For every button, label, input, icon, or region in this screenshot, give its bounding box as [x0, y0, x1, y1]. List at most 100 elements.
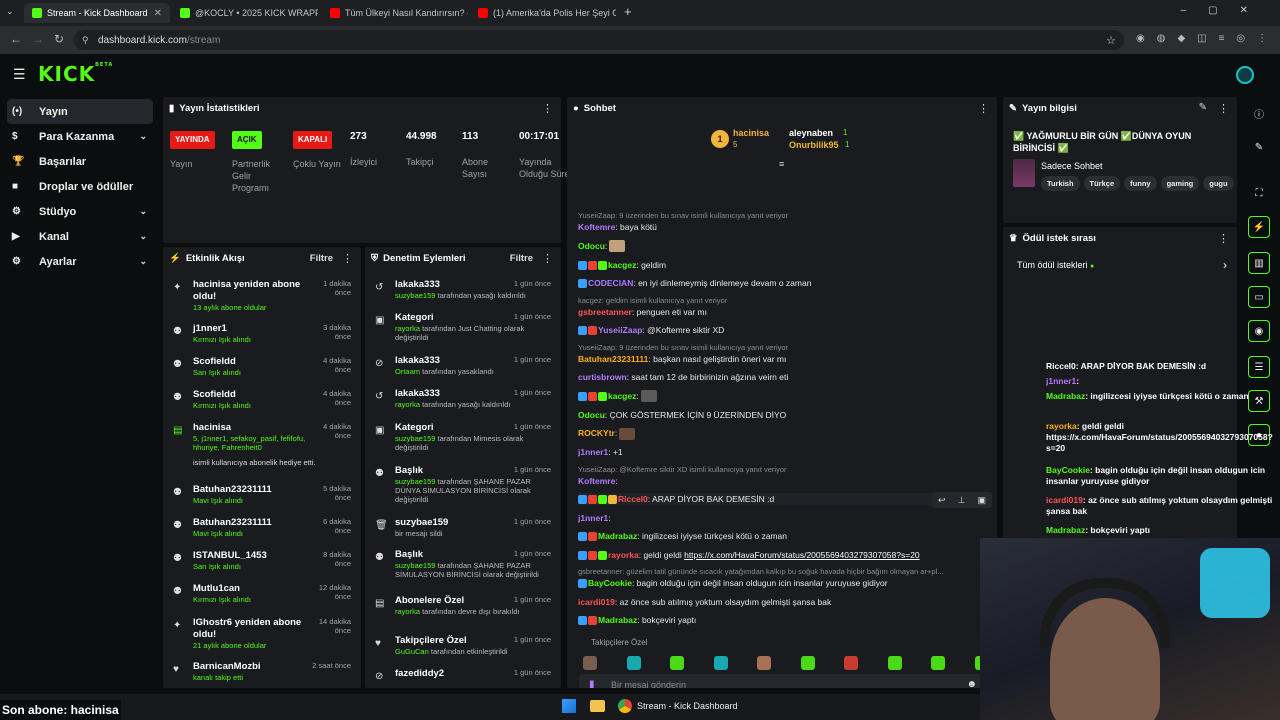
broadcast-icon[interactable]: ◉: [1248, 320, 1270, 342]
chat-username[interactable]: Riccel0: [618, 494, 648, 504]
tag-chip[interactable]: funny: [1124, 176, 1157, 191]
emote-icon[interactable]: [844, 656, 858, 670]
kick-logo[interactable]: KICKBETA: [38, 62, 113, 86]
chat-input[interactable]: ▮ Bir mesaj gönderin ☻: [579, 674, 983, 688]
reply-icon[interactable]: ↩: [938, 495, 946, 506]
category-name[interactable]: Sadece Sohbet: [1041, 161, 1103, 171]
chat-link[interactable]: https://x.com/HavaForum/status/200556940…: [684, 550, 920, 560]
chat-username[interactable]: Madrabaz: [598, 615, 637, 625]
chat-message[interactable]: ROCKYtr:: [578, 427, 979, 440]
activity-row[interactable]: ✦ hacinisa yeniden abone oldu! 13 aylık ab…: [171, 279, 353, 312]
activity-row[interactable]: ⚉ Scofieldd Kırmızı Işık alındı 4 dakika ön…: [171, 389, 353, 419]
taskbar-app-label[interactable]: Stream - Kick Dashboard: [637, 701, 738, 711]
chat-message[interactable]: BayCookie: bagin olduğu için değil insan…: [578, 577, 979, 589]
sidebar-item-channel[interactable]: ▶ Kanal ⌄: [7, 224, 153, 249]
new-tab-button[interactable]: +: [624, 4, 632, 19]
moderation-row[interactable]: ⊘ fazediddy2 1 gün önce: [373, 668, 553, 688]
activity-menu-icon[interactable]: ⋮: [342, 252, 353, 265]
info-icon[interactable]: ⓘ: [1248, 102, 1270, 124]
chat-username[interactable]: ROCKYtr: [578, 428, 615, 438]
emote-icon[interactable]: [626, 656, 641, 670]
sidebar-item-broadcast[interactable]: (•) Yayın: [7, 99, 153, 124]
moderation-row[interactable]: ⚉ Başlık suzybae159 tarafından ŞAHANE PAZA…: [373, 549, 553, 579]
chat-username[interactable]: CODECIAN: [588, 278, 633, 288]
tag-chip[interactable]: gugu: [1203, 176, 1234, 191]
note-icon[interactable]: ▥: [1248, 252, 1270, 274]
chat-username[interactable]: curtisbrown: [578, 372, 627, 382]
moderation-row[interactable]: ↺ lakaka333 rayorka tarafından yasağı kald…: [373, 388, 553, 418]
chat-username[interactable]: Odocu: [578, 410, 605, 420]
chat-message[interactable]: icardi019: az önce sub atılmış yoktum ol…: [578, 596, 979, 608]
emote-icon[interactable]: [583, 656, 597, 670]
emote-icon[interactable]: [887, 656, 902, 670]
activity-row[interactable]: ⚉ Mutlu1can Kırmızı Işık alındı 12 dakika ö…: [171, 583, 353, 613]
moderation-row[interactable]: ▤ Abonelere Özel rayorka tarafından devre …: [373, 595, 553, 625]
chat-bubble-icon[interactable]: ▭: [1248, 286, 1270, 308]
sidebar-item-trophy[interactable]: 🏆 Başarılar: [7, 149, 153, 174]
chat-message[interactable]: Odocu: ÇOK GÖSTERMEK İÇİN 9 ÜZERİNDEN Dİ…: [578, 409, 979, 421]
moderation-row[interactable]: ♥ Takipçilere Özel GuGuCan tarafından etki…: [373, 635, 553, 665]
rewards-menu-icon[interactable]: ⋮: [1218, 232, 1229, 245]
forward-icon[interactable]: →: [32, 32, 44, 46]
chat-username[interactable]: j1nner1: [578, 513, 608, 523]
browser-tab[interactable]: @KOCLY • 2025 KICK WRAPPE✕: [172, 3, 318, 23]
leader-1-name[interactable]: hacinisa: [733, 128, 769, 138]
moderation-filter-button[interactable]: Filtre: [510, 253, 533, 264]
bookmark-star-icon[interactable]: ☆: [1106, 34, 1116, 47]
moderation-menu-icon[interactable]: ⋮: [542, 252, 553, 265]
windows-start-icon[interactable]: [562, 699, 576, 713]
chat-message[interactable]: kacgez:: [578, 390, 979, 403]
pin-icon[interactable]: ⊥: [958, 495, 966, 506]
chat-message[interactable]: kacgez: geldim: [578, 259, 979, 271]
chat-message[interactable]: Riccel0: ARAP DİYOR BAK DEMESİN :d: [578, 493, 979, 505]
chat-message[interactable]: Koftemre:: [578, 475, 979, 487]
chat-username[interactable]: Koftemre: [578, 476, 615, 486]
activity-filter-button[interactable]: Filtre: [310, 253, 333, 264]
emote-icon[interactable]: [713, 656, 728, 670]
edit-icon[interactable]: ✎: [1248, 136, 1270, 158]
activity-row[interactable]: ♥ BarnicanMozbi kanalı takip etti 2 saat ön…: [171, 661, 353, 688]
chat-username[interactable]: BayCookie: [588, 578, 632, 588]
chevron-down-icon[interactable]: ⌄: [139, 131, 147, 142]
activity-row[interactable]: ✦ IGhostr6 yeniden abone oldu! 21 aylık ab…: [171, 617, 353, 650]
chat-message[interactable]: gsbreetanner: penguen eti var mı: [578, 306, 979, 318]
chevron-down-icon[interactable]: ⌄: [139, 256, 147, 267]
sidebar-item-gear[interactable]: ⚙ Stüdyo ⌄: [7, 199, 153, 224]
emote-icon[interactable]: [670, 656, 684, 670]
chrome-icon[interactable]: [618, 699, 632, 713]
chat-menu-icon[interactable]: ⋮: [978, 102, 989, 115]
url-bar[interactable]: ⚲ dashboard.kick.com/stream ☆: [74, 30, 1124, 50]
chat-message[interactable]: j1nner1:: [578, 512, 979, 524]
menu-icon[interactable]: ☰: [13, 66, 26, 83]
chat-message[interactable]: Madrabaz: bokçeviri yaptı: [578, 614, 979, 626]
emote-icon[interactable]: [800, 656, 815, 670]
chat-username[interactable]: Batuhan23231111: [578, 354, 648, 364]
moderation-row[interactable]: ▣ Kategori rayorka tarafından Just Chattin…: [373, 312, 553, 342]
edit-icon[interactable]: ✎: [1199, 102, 1207, 113]
chat-username[interactable]: gsbreetanner: [578, 307, 632, 317]
tag-chip[interactable]: Turkish: [1041, 176, 1080, 191]
user-avatar[interactable]: [1236, 66, 1254, 84]
bolt-icon[interactable]: ⚡: [1248, 216, 1270, 238]
moderation-row[interactable]: ⊘ lakaka333 Ortaam tarafından yasaklandı 1 …: [373, 355, 553, 385]
activity-row[interactable]: ⚉ Scofieldd Sarı Işık alındı 4 dakika önce: [171, 356, 353, 386]
site-info-icon[interactable]: ⚲: [82, 35, 89, 46]
chat-message[interactable]: Madrabaz: ingilizcesi iyiyse türkçesi kö…: [578, 530, 979, 542]
chat-message[interactable]: Odocu:: [578, 240, 979, 253]
moderation-row[interactable]: 🗑 suzybae159 bir mesajı sildi 1 gün önce: [373, 517, 553, 547]
activity-row[interactable]: ⚉ Batuhan23231111 Mavi Işık alındı 5 dakika…: [171, 484, 353, 514]
sidebar-item-settings[interactable]: ⚙ Ayarlar ⌄: [7, 249, 153, 274]
chat-username[interactable]: Koftemre: [578, 222, 615, 232]
chat-username[interactable]: kacgez: [608, 260, 636, 270]
chat-message[interactable]: curtisbrown: saat tam 12 de birbirinizin…: [578, 371, 979, 383]
chevron-down-icon[interactable]: ⌄: [139, 206, 147, 217]
tag-chip[interactable]: Türkçe: [1083, 176, 1121, 191]
chat-username[interactable]: Odocu: [578, 241, 605, 251]
all-rewards-link[interactable]: Tüm ödül istekleri ● ›: [1017, 258, 1227, 272]
chat-message[interactable]: CODECIAN: en iyi dinlemeymiş dinlemeye d…: [578, 277, 979, 289]
moderation-row[interactable]: ▣ Kategori suzybae159 tarafından Mimesis o…: [373, 422, 553, 452]
tab-list-button[interactable]: ⌄: [6, 6, 14, 17]
emote-icon[interactable]: [757, 656, 771, 670]
chat-username[interactable]: Madrabaz: [598, 531, 637, 541]
chat-username[interactable]: kacgez: [608, 391, 636, 401]
